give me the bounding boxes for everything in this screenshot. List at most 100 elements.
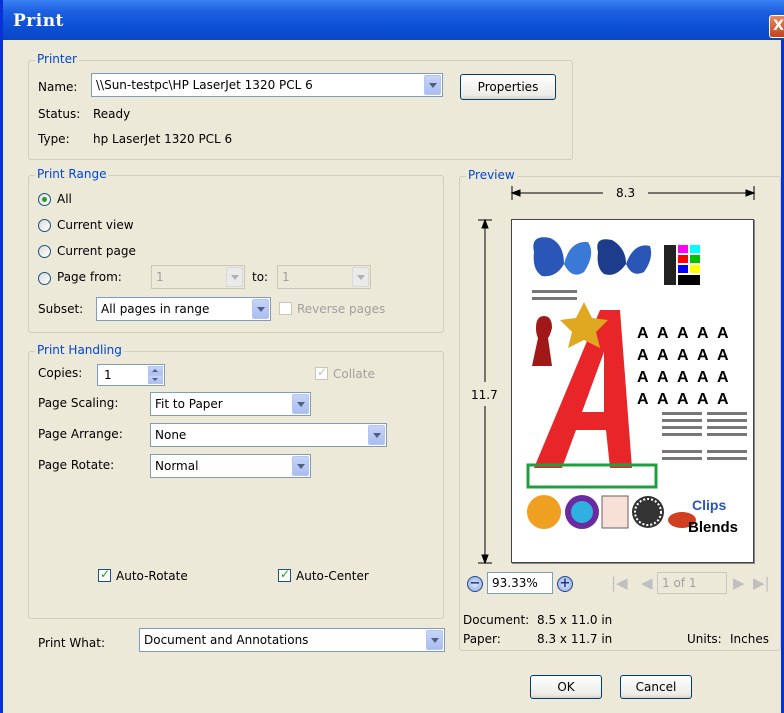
- auto-center-checkbox[interactable]: ✓: [278, 567, 291, 582]
- ok-button-label: OK: [557, 680, 575, 694]
- chevron-up-icon[interactable]: [148, 366, 163, 375]
- svg-text:A: A: [637, 347, 649, 364]
- width-dimension: 8.3: [616, 186, 636, 200]
- print-what-select[interactable]: Document and Annotations: [139, 628, 445, 652]
- svg-text:Clips: Clips: [692, 497, 726, 513]
- printer-name-select[interactable]: \\Sun-testpc\HP LaserJet 1320 PCL 6: [91, 73, 443, 97]
- chevron-down-icon[interactable]: [292, 394, 309, 414]
- paper-label: Paper:: [463, 632, 501, 646]
- close-button[interactable]: X: [769, 15, 784, 38]
- page-scaling-value: Fit to Paper: [155, 397, 223, 411]
- paper-value: 8.3 x 11.7 in: [537, 632, 613, 646]
- page-arrange-value: None: [155, 428, 187, 442]
- current-view-label[interactable]: Current view: [57, 218, 134, 232]
- print-what-value: Document and Annotations: [144, 633, 309, 647]
- page-rotate-select[interactable]: Normal: [150, 454, 311, 478]
- check-icon: ✓: [317, 365, 328, 379]
- page-indicator[interactable]: 1 of 1: [657, 572, 727, 594]
- chevron-down-icon[interactable]: [426, 630, 443, 650]
- collate-label[interactable]: Collate: [333, 367, 375, 381]
- svg-text:A: A: [717, 391, 729, 408]
- auto-rotate-label[interactable]: Auto-Rotate: [116, 569, 188, 583]
- properties-button[interactable]: Properties: [460, 74, 556, 100]
- window-title: Print: [13, 11, 64, 31]
- svg-text:A: A: [657, 325, 669, 342]
- svg-text:A: A: [677, 325, 689, 342]
- svg-text:A: A: [637, 391, 649, 408]
- units-label: Units:: [687, 632, 722, 646]
- preview-page-thumbnail: AAAAA AAAAA AAAAA AAAAA Clips Blends: [526, 237, 747, 536]
- page-scaling-label: Page Scaling:: [38, 396, 119, 410]
- spin-buttons[interactable]: [148, 366, 163, 384]
- height-dimension: 11.7: [471, 388, 498, 402]
- chevron-down-icon: [226, 267, 243, 287]
- chevron-down-icon[interactable]: [252, 299, 269, 319]
- auto-rotate-checkbox[interactable]: ✓: [98, 567, 111, 582]
- chevron-down-icon[interactable]: [148, 375, 163, 384]
- chevron-down-icon[interactable]: [292, 456, 309, 476]
- page-from-select[interactable]: 1: [151, 265, 245, 289]
- document-label: Document:: [463, 613, 530, 627]
- zoom-value: 93.33%: [492, 576, 538, 590]
- zoom-out-icon[interactable]: −: [467, 576, 483, 592]
- check-icon: ✓: [280, 567, 291, 581]
- collate-checkbox[interactable]: ✓: [315, 365, 328, 380]
- cancel-button[interactable]: Cancel: [620, 675, 692, 699]
- chevron-down-icon: [352, 267, 369, 287]
- current-page-label[interactable]: Current page: [57, 244, 136, 258]
- svg-text:A: A: [677, 391, 689, 408]
- first-page-icon[interactable]: |◀: [611, 574, 628, 592]
- reverse-pages-label[interactable]: Reverse pages: [297, 302, 385, 316]
- last-page-icon[interactable]: ▶|: [753, 574, 770, 592]
- reverse-pages-checkbox[interactable]: [279, 302, 292, 315]
- name-label: Name:: [38, 80, 78, 94]
- current-page-radio[interactable]: [38, 245, 51, 258]
- svg-text:A: A: [697, 325, 709, 342]
- svg-text:A: A: [677, 347, 689, 364]
- page-indicator-value: 1 of 1: [662, 576, 697, 590]
- page-to-select[interactable]: 1: [277, 265, 371, 289]
- page-rotate-label: Page Rotate:: [38, 458, 115, 472]
- page-scaling-select[interactable]: Fit to Paper: [150, 392, 311, 416]
- print-range-group-title: Print Range: [35, 167, 109, 181]
- chevron-down-icon[interactable]: [368, 425, 385, 445]
- preview-page: AAAAA AAAAA AAAAA AAAAA Clips Blends: [511, 219, 754, 563]
- page-arrange-select[interactable]: None: [150, 423, 387, 447]
- svg-text:Blends: Blends: [688, 519, 738, 536]
- svg-text:A: A: [657, 391, 669, 408]
- print-handling-group-title: Print Handling: [35, 343, 124, 357]
- svg-text:A: A: [637, 369, 649, 386]
- page-from-radio[interactable]: [38, 272, 51, 285]
- zoom-in-icon[interactable]: +: [557, 576, 573, 592]
- subset-value: All pages in range: [101, 302, 210, 316]
- copies-stepper[interactable]: 1: [97, 364, 165, 386]
- properties-button-label: Properties: [477, 80, 539, 94]
- copies-label: Copies:: [38, 366, 83, 380]
- auto-center-label[interactable]: Auto-Center: [296, 569, 369, 583]
- page-from-value: 1: [156, 270, 164, 284]
- printer-name-value: \\Sun-testpc\HP LaserJet 1320 PCL 6: [96, 78, 313, 92]
- all-radio-label[interactable]: All: [57, 192, 72, 206]
- svg-text:A: A: [697, 347, 709, 364]
- subset-select[interactable]: All pages in range: [96, 297, 271, 321]
- units-value: Inches: [730, 632, 769, 646]
- to-label: to:: [252, 270, 269, 284]
- page-to-value: 1: [282, 270, 290, 284]
- document-value: 8.5 x 11.0 in: [537, 613, 613, 627]
- page-from-label[interactable]: Page from:: [57, 270, 122, 284]
- next-page-icon[interactable]: ▶: [733, 574, 745, 592]
- previous-page-icon[interactable]: ◀: [641, 574, 653, 592]
- title-bar[interactable]: Print X: [3, 0, 784, 40]
- svg-text:A: A: [657, 369, 669, 386]
- current-view-radio[interactable]: [38, 219, 51, 232]
- all-radio[interactable]: [38, 193, 51, 206]
- zoom-field[interactable]: 93.33%: [487, 572, 553, 594]
- ok-button[interactable]: OK: [530, 675, 602, 699]
- svg-text:A: A: [717, 347, 729, 364]
- svg-text:A: A: [697, 391, 709, 408]
- svg-text:A: A: [677, 369, 689, 386]
- svg-text:A: A: [697, 369, 709, 386]
- page-arrange-label: Page Arrange:: [38, 427, 123, 441]
- print-dialog: Print X Printer Name: \\Sun-testpc\HP La…: [0, 0, 784, 713]
- chevron-down-icon[interactable]: [424, 75, 441, 95]
